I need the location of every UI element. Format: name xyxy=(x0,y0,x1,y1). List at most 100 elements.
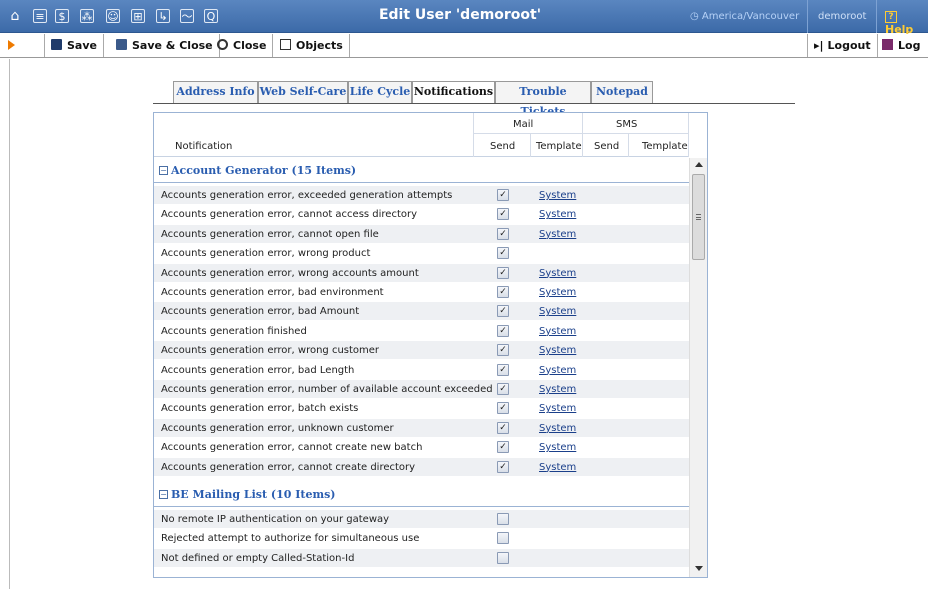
notification-name: Accounts generation error, bad Amount xyxy=(161,306,360,318)
tab-notepad[interactable]: Notepad xyxy=(591,81,653,103)
col-mail-send[interactable]: Send xyxy=(490,141,515,152)
mail-template-link[interactable]: System xyxy=(539,306,576,317)
group-header[interactable]: − BE Mailing List (10 Items) xyxy=(154,482,689,507)
dollar-icon[interactable]: $ xyxy=(55,9,69,23)
divider xyxy=(807,0,808,33)
scroll-up-icon[interactable] xyxy=(695,162,703,167)
mail-send-checkbox[interactable]: ✓ xyxy=(497,189,509,201)
notification-row: Accounts generation error, cannot open f… xyxy=(154,224,689,244)
notification-name: No remote IP authentication on your gate… xyxy=(161,514,390,525)
group-header[interactable]: − Account Generator (15 Items) xyxy=(154,158,689,183)
mail-send-checkbox[interactable]: ✓ xyxy=(497,441,509,454)
group-label: Account Generator (15 Items) xyxy=(171,164,357,177)
scrollbar[interactable] xyxy=(689,158,707,577)
timezone-link[interactable]: ◷ America/Vancouver xyxy=(690,11,799,22)
notification-name: Accounts generation error, cannot create… xyxy=(161,461,416,473)
mail-template-link[interactable]: System xyxy=(539,287,576,298)
col-notification[interactable]: Notification xyxy=(175,141,232,152)
collapse-icon[interactable]: − xyxy=(159,166,168,175)
mail-template-link[interactable]: System xyxy=(539,190,576,201)
col-mail-template[interactable]: Template xyxy=(536,141,582,152)
notification-name: Accounts generation error, unknown custo… xyxy=(161,422,394,434)
mail-send-checkbox[interactable] xyxy=(497,532,509,545)
col-sms-template[interactable]: Template xyxy=(642,141,688,152)
log-button[interactable]: Log xyxy=(876,34,926,57)
mail-send-checkbox[interactable]: ✓ xyxy=(497,383,509,395)
mail-template-link[interactable]: System xyxy=(539,365,576,376)
mail-template-link[interactable]: System xyxy=(539,384,576,395)
close-label: Close xyxy=(233,39,267,52)
logout-button[interactable]: ▸| Logout xyxy=(807,34,878,57)
mail-template-link[interactable]: System xyxy=(539,209,576,220)
save-close-label: Save & Close xyxy=(132,39,213,52)
save-icon xyxy=(51,39,62,50)
mail-template-link[interactable]: System xyxy=(539,268,576,279)
route-icon[interactable]: ↳ xyxy=(156,9,170,23)
grip-icon xyxy=(696,214,701,220)
notification-name: Accounts generation error, cannot access… xyxy=(161,209,418,221)
mail-send-checkbox[interactable]: ✓ xyxy=(497,421,509,434)
mail-send-checkbox[interactable]: ✓ xyxy=(497,266,509,279)
network-icon[interactable]: ⊞ xyxy=(131,9,145,23)
objects-button[interactable]: Objects xyxy=(274,34,350,57)
tab-life-cycle[interactable]: Life Cycle xyxy=(348,81,412,103)
tab-web-self-care[interactable]: Web Self-Care xyxy=(258,81,348,103)
list-icon[interactable]: ≡ xyxy=(33,9,47,23)
mail-send-checkbox[interactable]: ✓ xyxy=(497,344,509,357)
collapse-icon[interactable]: − xyxy=(159,490,168,499)
group-mail: Mail xyxy=(513,119,534,130)
person-icon[interactable]: ☺ xyxy=(106,9,120,23)
menu-arrow-button[interactable] xyxy=(0,34,45,57)
grid-icon[interactable]: ⁂ xyxy=(80,9,94,23)
help-link[interactable]: ?Help xyxy=(885,9,928,36)
divider xyxy=(628,134,629,157)
save-close-icon xyxy=(116,39,127,50)
mail-send-checkbox[interactable]: ✓ xyxy=(497,402,509,415)
log-icon xyxy=(882,39,893,50)
tab-trouble-tickets[interactable]: Trouble Tickets xyxy=(495,81,591,118)
mail-send-checkbox[interactable] xyxy=(497,513,509,525)
notification-row: Accounts generation finished ✓ System xyxy=(154,322,689,341)
mail-template-link[interactable]: System xyxy=(539,326,576,337)
mail-send-checkbox[interactable]: ✓ xyxy=(497,208,509,221)
header-divider xyxy=(473,133,689,134)
divider xyxy=(688,113,689,157)
notification-name: Accounts generation error, wrong product xyxy=(161,248,371,260)
save-button[interactable]: Save xyxy=(45,34,104,57)
log-label: Log xyxy=(898,39,921,52)
current-user[interactable]: demoroot xyxy=(818,11,866,22)
tab-notifications[interactable]: Notifications xyxy=(412,81,495,104)
timezone-label: America/Vancouver xyxy=(701,11,800,22)
mail-send-checkbox[interactable]: ✓ xyxy=(497,286,509,298)
search-icon[interactable]: Q xyxy=(204,9,218,23)
mail-send-checkbox[interactable]: ✓ xyxy=(497,305,509,318)
save-close-button[interactable]: Save & Close xyxy=(110,34,220,57)
mail-send-checkbox[interactable]: ✓ xyxy=(497,247,509,260)
col-sms-send[interactable]: Send xyxy=(594,141,619,152)
close-button[interactable]: Close xyxy=(211,34,274,57)
mail-template-link[interactable]: System xyxy=(539,423,576,434)
mail-send-checkbox[interactable]: ✓ xyxy=(497,324,509,337)
mail-send-checkbox[interactable]: ✓ xyxy=(497,460,509,473)
mail-template-link[interactable]: System xyxy=(539,345,576,356)
scroll-thumb[interactable] xyxy=(692,174,705,260)
group-sms: SMS xyxy=(616,119,638,130)
home-icon[interactable]: ⌂ xyxy=(8,9,22,23)
mail-template-link[interactable]: System xyxy=(539,229,576,240)
mail-send-checkbox[interactable]: ✓ xyxy=(497,227,509,240)
notification-name: Accounts generation error, bad Length xyxy=(161,364,355,376)
left-border xyxy=(9,59,10,589)
notification-row: Accounts generation error, cannot access… xyxy=(154,205,689,225)
scroll-down-icon[interactable] xyxy=(695,566,703,571)
mail-template-link[interactable]: System xyxy=(539,403,576,414)
mail-send-checkbox[interactable]: ✓ xyxy=(497,363,509,376)
chart-icon[interactable]: 〜 xyxy=(180,9,194,23)
mail-template-link[interactable]: System xyxy=(539,442,576,453)
tab-address-info[interactable]: Address Info xyxy=(173,81,258,103)
mail-send-checkbox[interactable] xyxy=(497,551,509,564)
mail-template-link[interactable]: System xyxy=(539,462,576,473)
notification-name: Accounts generation error, batch exists xyxy=(161,403,359,415)
notification-name: Accounts generation error, exceeded gene… xyxy=(161,190,453,201)
notification-row: Accounts generation error, wrong product… xyxy=(154,244,689,264)
notification-row: Accounts generation error, cannot create… xyxy=(154,457,689,477)
